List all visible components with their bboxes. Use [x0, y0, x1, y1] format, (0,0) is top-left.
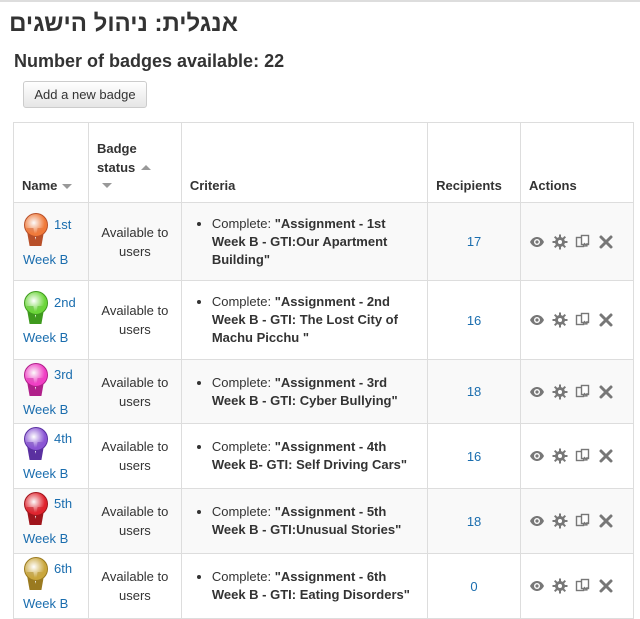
table-row: 6thWeek BAvailable tousers Complete: "Ass… [13, 553, 634, 619]
badge-name-cell: 5th Week B [13, 488, 89, 554]
eye-icon[interactable] [529, 312, 545, 328]
badge-count: Number of badges available: 22 [14, 51, 285, 71]
gear-icon[interactable] [552, 234, 568, 250]
actions-cell [520, 423, 634, 489]
column-actions: Actions [520, 122, 634, 203]
column-status[interactable]: Badge status [87, 122, 182, 203]
recipients-link[interactable]: 18 [467, 384, 481, 399]
table-row: 2ndWeek BAvailable tousers Complete: "Ass… [13, 280, 634, 360]
gear-icon[interactable] [552, 578, 568, 594]
table-row: 3rdWeek BAvailable tousers Complete: "Ass… [13, 359, 634, 424]
badge-name-cell: 1st Week B [13, 202, 89, 281]
badge-image[interactable] [23, 291, 48, 325]
recipients-cell: 18 [427, 359, 522, 424]
criteria-cell: Complete: "Assignment - 6th Week B - GTI… [180, 553, 429, 619]
eye-icon[interactable] [529, 448, 545, 464]
badge-medal [24, 427, 48, 451]
eye-icon[interactable] [529, 384, 545, 400]
badge-image[interactable] [23, 557, 48, 591]
badge-status-cell: Available to users [87, 423, 182, 489]
actions-cell [520, 359, 634, 424]
badge-image[interactable] [23, 427, 48, 461]
delete-icon[interactable] [598, 578, 614, 594]
recipients-cell: 18 [427, 488, 522, 554]
table-row: 4thWeek BAvailable tousers Complete: "Ass… [13, 423, 634, 489]
gear-icon[interactable] [552, 384, 568, 400]
badge-medal [24, 362, 48, 387]
eye-icon[interactable] [529, 513, 545, 529]
badges-table: Name Badge status Criteria Recipients Ac… [13, 122, 634, 619]
badge-status-cell: Available to users [87, 280, 182, 360]
criteria-item: Complete: "Assignment - 5th Week B - GTI… [212, 503, 421, 539]
criteria-cell: Complete: "Assignment - 1st Week B - GTI… [180, 202, 429, 281]
badge-image[interactable] [23, 212, 48, 247]
copy-icon[interactable] [575, 578, 591, 594]
criteria-item: Complete: "Assignment - 3rd Week B - GTI… [212, 374, 421, 410]
badge-status-cell: Available to users [87, 202, 182, 281]
actions-cell [520, 488, 634, 554]
table-row: 5thWeek BAvailable tousers Complete: "Ass… [13, 488, 634, 554]
badge-medal [24, 291, 48, 315]
gear-icon[interactable] [552, 448, 568, 464]
actions-cell [520, 553, 634, 619]
add-badge-button[interactable]: Add a new badge [23, 81, 147, 108]
delete-icon[interactable] [598, 384, 614, 400]
badge-name-cell: 6th Week B [13, 553, 89, 619]
badge-medal [24, 212, 48, 237]
badge-name-cell: 4th Week B [13, 423, 89, 489]
recipients-link[interactable]: 0 [470, 579, 477, 594]
badge-status-cell: Available to users [87, 359, 182, 424]
table-row: 1stWeek BAvailable tousers Complete: "Ass… [13, 202, 634, 281]
delete-icon[interactable] [598, 312, 614, 328]
delete-icon[interactable] [598, 448, 614, 464]
criteria-item: Complete: "Assignment - 4th Week B- GTI:… [212, 438, 421, 474]
column-recipients: Recipients [427, 122, 522, 203]
recipients-cell: 17 [427, 202, 522, 281]
badge-name-cell: 3rd Week B [13, 359, 89, 424]
copy-icon[interactable] [575, 384, 591, 400]
recipients-cell: 0 [427, 553, 522, 619]
eye-icon[interactable] [529, 578, 545, 594]
actions-cell [520, 202, 634, 281]
column-name[interactable]: Name [13, 122, 89, 203]
badge-image[interactable] [23, 492, 48, 526]
gear-icon[interactable] [552, 312, 568, 328]
criteria-item: Complete: "Assignment - 1st Week B - GTI… [212, 215, 421, 269]
recipients-link[interactable]: 17 [467, 234, 481, 249]
gear-icon[interactable] [552, 513, 568, 529]
badge-status-cell: Available to users [87, 553, 182, 619]
criteria-item: Complete: "Assignment - 6th Week B - GTI… [212, 568, 421, 604]
badge-name-cell: 2nd Week B [13, 280, 89, 360]
criteria-cell: Complete: "Assignment - 3rd Week B - GTI… [180, 359, 429, 424]
copy-icon[interactable] [575, 513, 591, 529]
badge-status-cell: Available to users [87, 488, 182, 554]
recipients-cell: 16 [427, 280, 522, 360]
delete-icon[interactable] [598, 234, 614, 250]
criteria-cell: Complete: "Assignment - 4th Week B- GTI:… [180, 423, 429, 489]
top-border [0, 0, 640, 2]
eye-icon[interactable] [529, 234, 545, 250]
criteria-cell: Complete: "Assignment - 2nd Week B - GTI… [180, 280, 429, 360]
copy-icon[interactable] [575, 234, 591, 250]
badge-image[interactable] [23, 362, 48, 397]
criteria-item: Complete: "Assignment - 2nd Week B - GTI… [212, 293, 421, 347]
actions-cell [520, 280, 634, 360]
page-title: אנגלית: ניהול הישגים [9, 10, 238, 37]
column-criteria: Criteria [180, 122, 429, 203]
recipients-cell: 16 [427, 423, 522, 489]
recipients-link[interactable]: 16 [467, 449, 481, 464]
delete-icon[interactable] [598, 513, 614, 529]
sort-asc-icon [141, 165, 152, 170]
badge-medal [24, 492, 48, 516]
recipients-link[interactable]: 18 [467, 514, 481, 529]
sort-desc-icon [101, 182, 112, 188]
sort-desc-icon [62, 184, 73, 189]
badge-medal [24, 557, 48, 581]
criteria-cell: Complete: "Assignment - 5th Week B - GTI… [180, 488, 429, 554]
recipients-link[interactable]: 16 [467, 313, 481, 328]
copy-icon[interactable] [575, 312, 591, 328]
copy-icon[interactable] [575, 448, 591, 464]
